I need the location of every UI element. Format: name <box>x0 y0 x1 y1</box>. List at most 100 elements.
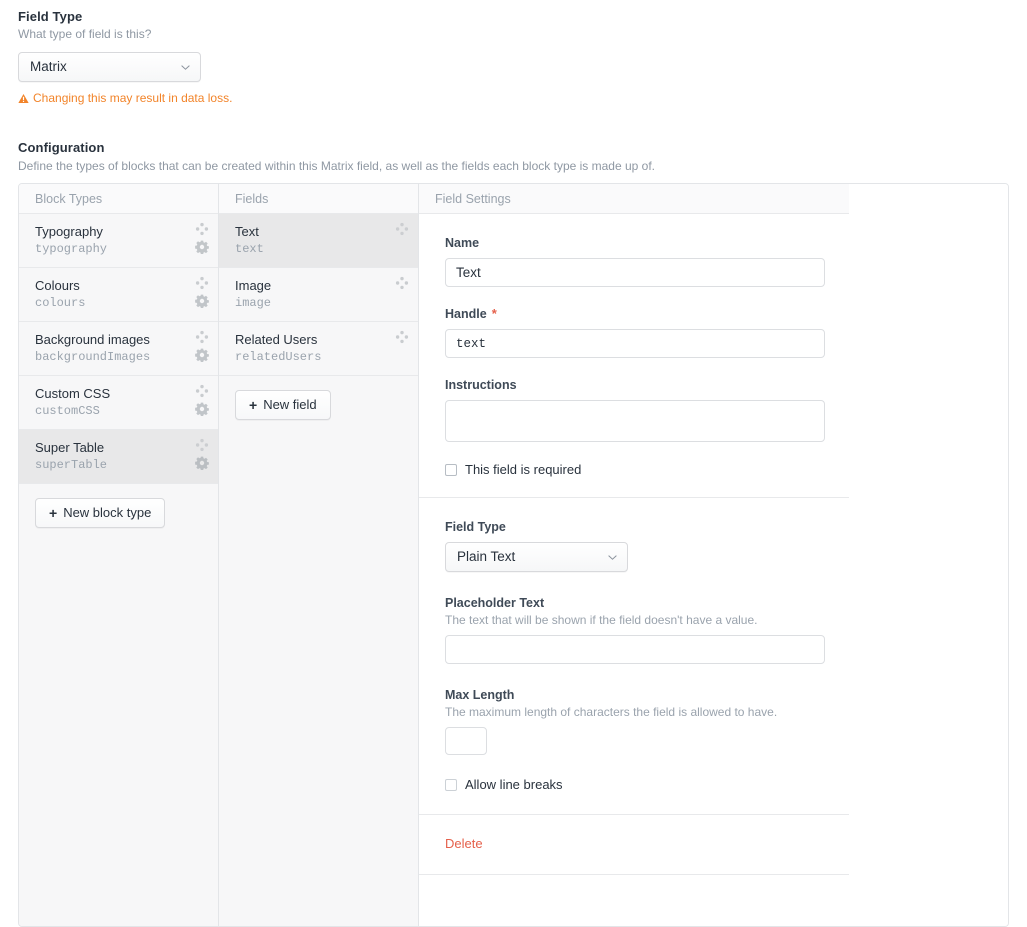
line-breaks-checkbox-row[interactable]: Allow line breaks <box>445 777 980 792</box>
move-icon[interactable] <box>195 330 209 344</box>
field-row-text[interactable]: Text text <box>219 214 418 268</box>
block-type-name: Typography <box>35 224 103 239</box>
field-type-group: Field Type Plain Text <box>445 520 980 572</box>
block-type-handle: superTable <box>35 458 108 472</box>
field-type-description: What type of field is this? <box>18 27 152 41</box>
new-block-type-label: New block type <box>63 505 152 520</box>
block-type-row-background-images[interactable]: Background images backgroundImages <box>19 322 218 376</box>
block-type-handle: colours <box>35 296 86 310</box>
block-type-name: Super Table <box>35 440 105 455</box>
block-type-row-super-table[interactable]: Super Table superTable <box>19 430 218 484</box>
block-type-row-colours[interactable]: Colours colours <box>19 268 218 322</box>
new-field-wrap: + New field <box>219 376 418 434</box>
block-type-row-custom-css[interactable]: Custom CSS customCSS <box>19 376 218 430</box>
name-input[interactable] <box>445 258 825 287</box>
block-type-handle: typography <box>35 242 108 256</box>
gear-icon[interactable] <box>195 294 209 309</box>
block-types-column: Block Types Typography typography Colour… <box>19 184 219 926</box>
gear-icon[interactable] <box>195 240 209 255</box>
field-settings-body: Name Handle * Instructions This f <box>419 214 1008 815</box>
field-row-icons <box>395 276 409 290</box>
move-icon[interactable] <box>195 384 209 398</box>
field-settings-column-header: Field Settings <box>419 184 849 214</box>
block-type-handle: backgroundImages <box>35 350 151 364</box>
field-row-icons <box>395 222 409 236</box>
required-checkbox[interactable] <box>445 463 457 476</box>
field-name: Image <box>235 278 272 293</box>
delete-wrap: Delete <box>419 815 1008 853</box>
block-type-handle: customCSS <box>35 404 100 418</box>
block-types-column-header: Block Types <box>19 184 218 214</box>
gear-icon[interactable] <box>195 456 209 471</box>
field-type-warning: Changing this may result in data loss. <box>18 91 1009 105</box>
move-icon[interactable] <box>195 438 209 452</box>
required-checkbox-label: This field is required <box>465 462 582 477</box>
new-block-type-button[interactable]: + New block type <box>35 498 166 528</box>
instructions-textarea[interactable] <box>445 400 825 442</box>
handle-label-text: Handle <box>445 307 487 321</box>
name-label: Name <box>445 236 480 250</box>
block-type-row-icons <box>195 384 209 417</box>
fields-column: Fields Text text Image image Related Use… <box>219 184 419 926</box>
gear-icon[interactable] <box>195 402 209 417</box>
placeholder-text-instructions: The text that will be shown if the field… <box>445 613 758 627</box>
field-settings-page: Field Type What type of field is this? M… <box>0 0 1027 927</box>
field-type-select[interactable]: Matrix <box>18 52 201 82</box>
field-name: Related Users <box>235 332 318 347</box>
max-length-input[interactable] <box>445 727 487 755</box>
field-handle: image <box>235 296 272 310</box>
move-icon[interactable] <box>195 276 209 290</box>
block-type-row-icons <box>195 276 209 309</box>
max-length-label: Max Length <box>445 688 515 702</box>
configuration-section: Configuration Define the types of blocks… <box>0 131 1027 173</box>
move-icon[interactable] <box>395 222 409 236</box>
block-type-row-icons <box>195 330 209 363</box>
field-handle: relatedUsers <box>235 350 322 364</box>
block-type-row-icons <box>195 438 209 471</box>
field-row-related-users[interactable]: Related Users relatedUsers <box>219 322 418 376</box>
fields-column-header: Fields <box>219 184 418 214</box>
name-field-group: Name <box>445 236 980 287</box>
placeholder-text-input[interactable] <box>445 635 825 664</box>
matrix-configurator: Block Types Typography typography Colour… <box>18 183 1009 927</box>
handle-label: Handle * <box>445 307 980 321</box>
block-type-name: Background images <box>35 332 150 347</box>
plus-icon: + <box>249 397 258 413</box>
delete-link[interactable]: Delete <box>445 836 483 851</box>
instructions-field-group: Instructions <box>445 378 980 442</box>
new-field-label: New field <box>263 397 317 412</box>
required-checkbox-row[interactable]: This field is required <box>445 462 980 477</box>
move-icon[interactable] <box>395 330 409 344</box>
block-type-name: Custom CSS <box>35 386 111 401</box>
configuration-heading: Configuration <box>18 140 105 155</box>
field-type-warning-text: Changing this may result in data loss. <box>33 91 233 105</box>
block-type-name: Colours <box>35 278 80 293</box>
allow-line-breaks-checkbox[interactable] <box>445 778 457 791</box>
required-asterisk-icon: * <box>491 306 497 321</box>
field-type-section: Field Type What type of field is this? M… <box>0 0 1027 105</box>
field-kind-select[interactable]: Plain Text <box>445 542 628 572</box>
new-field-button[interactable]: + New field <box>235 390 331 420</box>
max-length-group: Max Length The maximum length of charact… <box>445 688 980 755</box>
field-kind-label: Field Type <box>445 520 506 534</box>
block-type-row-icons <box>195 222 209 255</box>
field-type-select-wrap: Matrix <box>18 52 201 82</box>
new-block-type-wrap: + New block type <box>19 484 218 542</box>
field-row-image[interactable]: Image image <box>219 268 418 322</box>
gear-icon[interactable] <box>195 348 209 363</box>
block-type-row-typography[interactable]: Typography typography <box>19 214 218 268</box>
max-length-instructions: The maximum length of characters the fie… <box>445 705 778 719</box>
delete-divider-bottom <box>419 874 849 875</box>
warning-triangle-icon <box>18 93 29 104</box>
handle-field-group: Handle * <box>445 307 980 358</box>
field-handle: text <box>235 242 264 256</box>
configuration-description: Define the types of blocks that can be c… <box>18 159 655 173</box>
settings-divider-top <box>419 497 849 498</box>
move-icon[interactable] <box>195 222 209 236</box>
move-icon[interactable] <box>395 276 409 290</box>
handle-input[interactable] <box>445 329 825 358</box>
plus-icon: + <box>49 505 58 521</box>
field-settings-column: Field Settings Name Handle * Instruction… <box>419 184 1008 926</box>
placeholder-text-label: Placeholder Text <box>445 596 545 610</box>
field-type-heading: Field Type <box>18 9 83 24</box>
